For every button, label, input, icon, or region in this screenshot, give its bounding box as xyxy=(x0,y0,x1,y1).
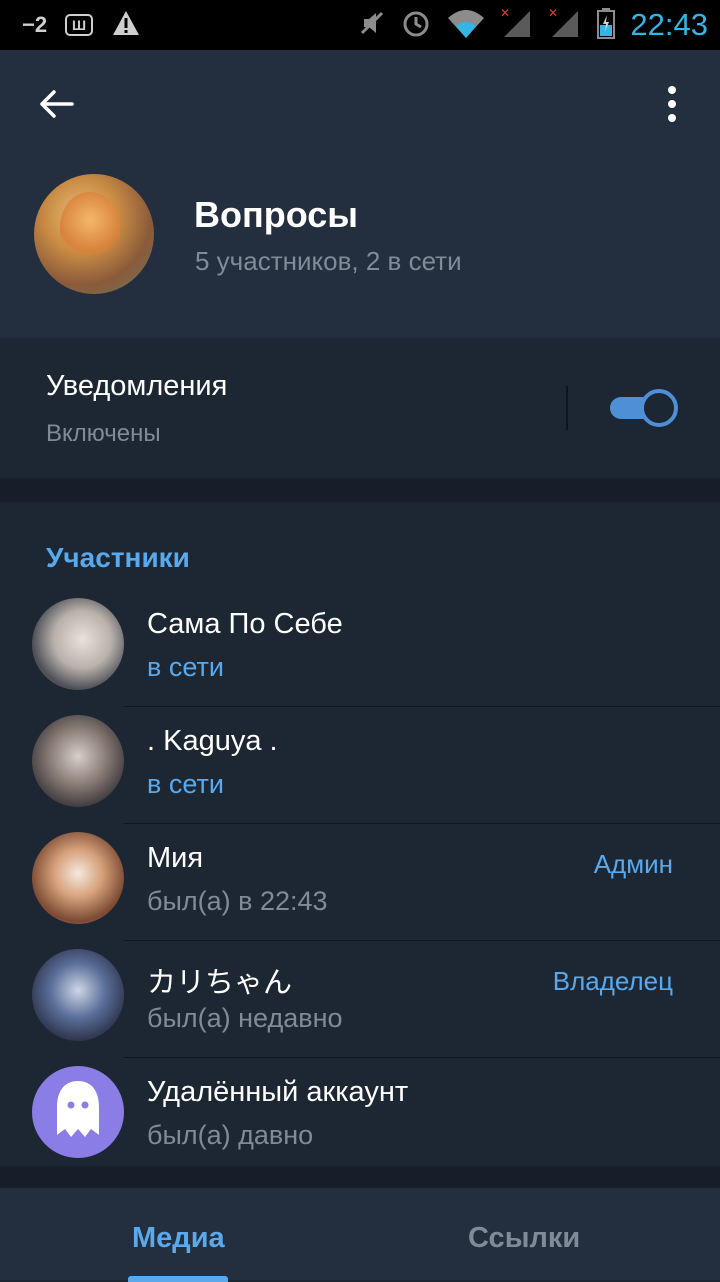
member-avatar xyxy=(32,1066,124,1158)
member-row[interactable]: . Kaguya . в сети xyxy=(0,707,720,824)
notifications-label: Уведомления xyxy=(46,370,228,402)
more-options-icon[interactable] xyxy=(654,84,690,124)
member-role-badge: Владелец xyxy=(552,966,673,996)
tab-links[interactable]: Ссылки xyxy=(468,1222,580,1255)
member-name: Сама По Себе xyxy=(147,608,343,640)
svg-text:✕: ✕ xyxy=(500,7,510,20)
ghost-icon xyxy=(51,1079,105,1146)
chat-header: Вопросы 5 участников, 2 в сети xyxy=(0,50,720,338)
member-role-badge: Админ xyxy=(593,849,673,879)
back-arrow-icon[interactable] xyxy=(36,84,76,124)
member-name: Мия xyxy=(147,842,204,874)
app-notification-icon: Ш xyxy=(65,14,94,36)
notifications-row[interactable]: Уведомления Включены xyxy=(0,340,720,478)
member-avatar xyxy=(32,598,124,690)
svg-text:✕: ✕ xyxy=(548,7,558,20)
member-row[interactable]: Мия был(а) в 22:43 Админ xyxy=(0,824,720,941)
member-status: в сети xyxy=(147,652,224,682)
mute-icon xyxy=(358,9,386,42)
status-bar: −2 Ш ✕ ✕ 22:43 xyxy=(0,0,720,50)
member-status: в сети xyxy=(147,769,224,799)
alarm-icon xyxy=(400,7,432,44)
member-status: был(а) недавно xyxy=(147,1003,343,1033)
member-status: был(а) давно xyxy=(147,1120,314,1150)
members-section: Участники Сама По Себе в сети . Kaguya .… xyxy=(0,502,720,1166)
warning-icon xyxy=(111,9,141,42)
member-name: カリちゃん xyxy=(147,967,293,999)
signal-indicator-text: −2 xyxy=(22,12,48,37)
signal-icon-sim2: ✕ xyxy=(548,6,582,44)
group-subtitle: 5 участников, 2 в сети xyxy=(195,246,462,276)
clock: 22:43 xyxy=(630,7,708,42)
toggle-knob xyxy=(640,389,678,427)
signal-icon-sim1: ✕ xyxy=(500,6,534,44)
group-avatar[interactable] xyxy=(34,174,154,294)
member-row[interactable]: Сама По Себе в сети xyxy=(0,590,720,707)
notifications-toggle[interactable] xyxy=(610,389,678,427)
member-avatar xyxy=(32,715,124,807)
active-tab-indicator xyxy=(128,1276,228,1282)
wifi-icon xyxy=(446,8,486,43)
member-name: Удалённый аккаунт xyxy=(147,1076,409,1108)
member-status: был(а) в 22:43 xyxy=(147,886,328,916)
divider xyxy=(566,386,568,430)
group-title: Вопросы xyxy=(194,194,359,235)
members-section-title: Участники xyxy=(46,542,190,573)
section-gap xyxy=(0,1166,720,1188)
shared-media-tabs: Медиа Ссылки xyxy=(0,1188,720,1282)
tab-media[interactable]: Медиа xyxy=(132,1222,225,1255)
battery-icon xyxy=(596,7,616,44)
notifications-status: Включены xyxy=(46,420,161,447)
member-avatar xyxy=(32,832,124,924)
member-name: . Kaguya . xyxy=(147,725,278,757)
member-row[interactable]: カリちゃん был(а) недавно Владелец xyxy=(0,941,720,1058)
section-gap xyxy=(0,478,720,502)
member-row[interactable]: Удалённый аккаунт был(а) давно xyxy=(0,1058,720,1175)
member-avatar xyxy=(32,949,124,1041)
